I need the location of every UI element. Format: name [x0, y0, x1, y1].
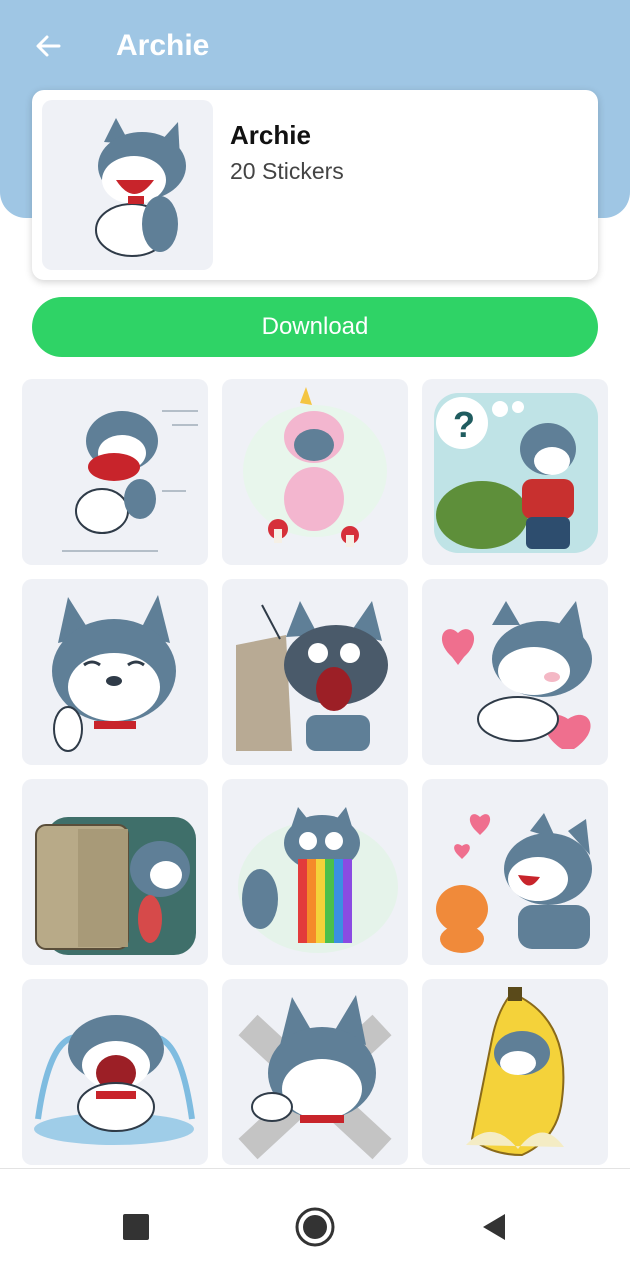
square-stop-icon — [123, 1214, 149, 1240]
svg-text:?: ? — [453, 404, 475, 445]
sticker-crying[interactable] — [22, 979, 208, 1165]
sticker-banana[interactable] — [422, 979, 608, 1165]
arrow-left-icon — [36, 35, 61, 57]
page-title: Archie — [116, 29, 210, 62]
back-button[interactable] — [28, 26, 68, 66]
sticker-count: 20 Stickers — [230, 158, 344, 184]
sticker-running-meat[interactable] — [22, 379, 208, 565]
sticker-blowing-kiss[interactable] — [422, 579, 608, 765]
sticker-rainbow-vomit[interactable] — [222, 779, 408, 965]
sticker-shocked-wall[interactable] — [222, 579, 408, 765]
system-nav-bar — [0, 1168, 630, 1281]
sticker-peace-smile[interactable] — [22, 579, 208, 765]
sticker-thumbs-down[interactable] — [222, 979, 408, 1165]
pack-info-card: Archie 20 Stickers — [32, 90, 598, 280]
pack-name: Archie — [230, 120, 311, 150]
sticker-thinking-question[interactable]: ? — [422, 379, 608, 565]
pack-thumbnail — [42, 100, 213, 270]
triangle-back-icon — [483, 1214, 505, 1240]
sticker-hug-cat[interactable] — [422, 779, 608, 965]
home-button[interactable] — [293, 1205, 337, 1249]
download-button[interactable]: Download — [32, 297, 598, 357]
sticker-unicorn-costume[interactable] — [222, 379, 408, 565]
circle-home-icon — [295, 1207, 335, 1247]
recent-apps-button[interactable] — [114, 1205, 158, 1249]
back-nav-button[interactable] — [472, 1205, 516, 1249]
sticker-fridge-peek[interactable] — [22, 779, 208, 965]
